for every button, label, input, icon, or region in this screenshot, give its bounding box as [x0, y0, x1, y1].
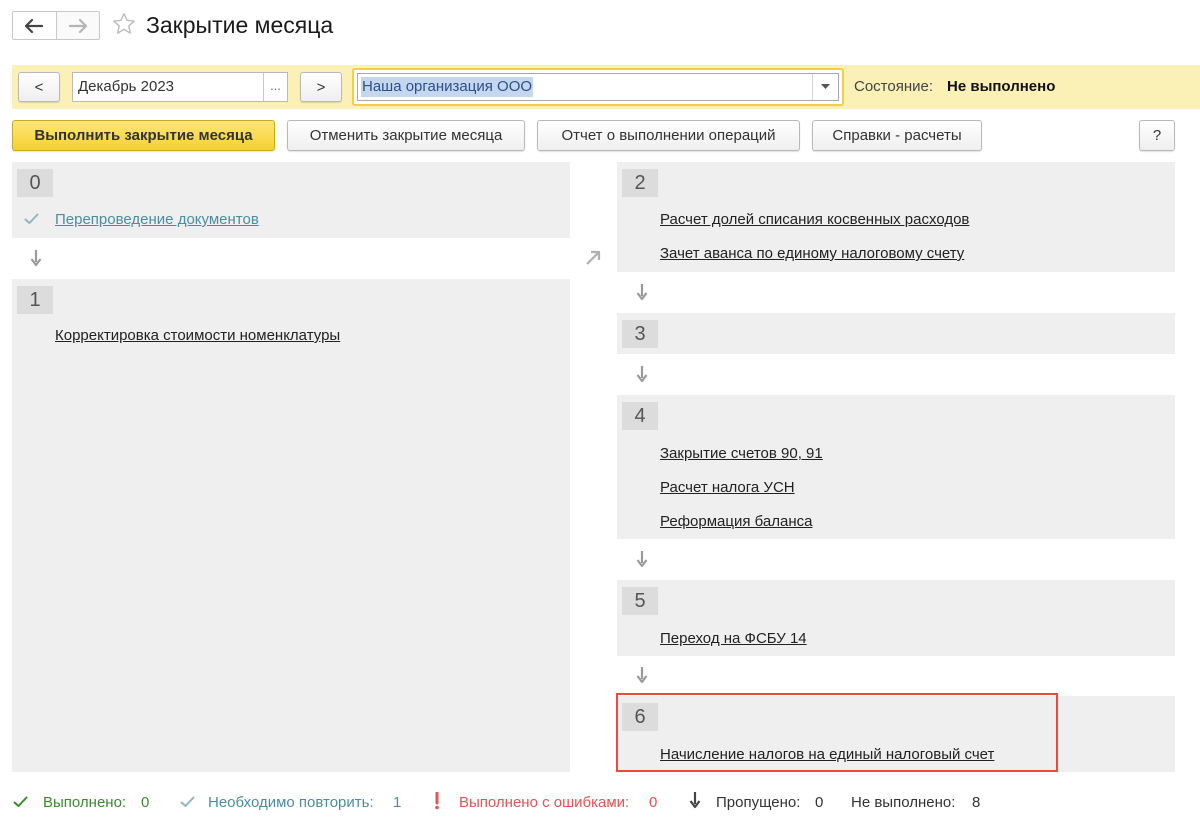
- back-button[interactable]: [13, 12, 56, 39]
- operation-link[interactable]: Переход на ФСБУ 14: [660, 630, 807, 647]
- done-check-icon: [13, 796, 28, 807]
- legend-done-label: Выполнено:: [43, 794, 127, 811]
- legend-repeat-count: 1: [393, 794, 402, 811]
- stage-number: 1: [17, 286, 53, 314]
- stage-number: 3: [622, 320, 658, 348]
- stage-2-panel: 2 Расчет долей списания косвенных расход…: [617, 162, 1175, 272]
- operation-link[interactable]: Закрытие счетов 90, 91: [660, 445, 823, 462]
- period-value: Декабрь 2023: [78, 78, 175, 95]
- operation-link[interactable]: Расчет налога УСН: [660, 479, 795, 496]
- history-nav: [12, 11, 100, 40]
- arrow-down-icon: [636, 667, 648, 684]
- organization-dropdown-button[interactable]: [812, 74, 838, 100]
- legend-skipped-count: 0: [815, 794, 824, 811]
- operation-link[interactable]: Расчет долей списания косвенных расходов: [660, 211, 969, 228]
- status-value: Не выполнено: [947, 78, 1056, 95]
- legend-done-count: 0: [141, 794, 150, 811]
- stage-number: 2: [622, 169, 658, 197]
- organization-field[interactable]: Наша организация ООО: [357, 73, 839, 101]
- stage-4-panel: 4 Закрытие счетов 90, 91 Расчет налога У…: [617, 395, 1175, 539]
- forward-button[interactable]: [55, 12, 100, 39]
- stage-5-panel: 5 Переход на ФСБУ 14: [617, 580, 1175, 656]
- stage-3-panel: 3: [617, 313, 1175, 354]
- prev-period-button[interactable]: <: [18, 72, 60, 102]
- stage-1-panel: 1 Корректировка стоимости номенклатуры: [12, 279, 570, 772]
- organization-field-focus: Наша организация ООО: [352, 68, 844, 106]
- cancel-month-close-button[interactable]: Отменить закрытие месяца: [287, 120, 525, 151]
- arrow-down-icon: [30, 250, 42, 267]
- legend-skipped-label: Пропущено:: [716, 794, 801, 811]
- status-label: Состояние:: [854, 78, 934, 95]
- operation-link[interactable]: Зачет аванса по единому налоговому счету: [660, 245, 964, 262]
- period-choose-button[interactable]: ...: [263, 73, 287, 101]
- stage-0-panel: 0 Перепроведение документов: [12, 162, 570, 238]
- legend-notdone-label: Не выполнено:: [851, 794, 956, 811]
- help-button[interactable]: ?: [1139, 120, 1175, 151]
- repeat-check-icon: [180, 796, 195, 807]
- organization-value: Наша организация ООО: [361, 77, 534, 97]
- arrow-down-icon: [636, 366, 648, 383]
- run-month-close-button[interactable]: Выполнить закрытие месяца: [12, 120, 275, 151]
- stage-number: 5: [622, 587, 658, 615]
- operation-link[interactable]: Перепроведение документов: [55, 211, 259, 228]
- operations-report-button[interactable]: Отчет о выполнении операций: [537, 120, 800, 151]
- arrow-up-right-icon: [586, 250, 601, 265]
- arrow-down-icon: [636, 284, 648, 301]
- period-field[interactable]: Декабрь 2023 ...: [72, 72, 288, 102]
- arrow-right-icon: [68, 18, 87, 33]
- chevron-down-icon: [821, 84, 830, 89]
- legend-errors-label: Выполнено с ошибками:: [459, 794, 630, 811]
- legend-notdone-count: 8: [972, 794, 981, 811]
- arrow-down-icon: [689, 792, 701, 809]
- stage-number: 0: [17, 169, 53, 197]
- repeat-check-icon: [24, 213, 39, 224]
- arrow-down-icon: [636, 551, 648, 568]
- exclamation-icon: [435, 792, 439, 810]
- operation-link[interactable]: Реформация баланса: [660, 513, 812, 530]
- calculations-button[interactable]: Справки - расчеты: [812, 120, 982, 151]
- highlight-frame: [616, 693, 1058, 772]
- legend-repeat-label: Необходимо повторить:: [208, 794, 374, 811]
- stage-number: 4: [622, 402, 658, 430]
- page-title: Закрытие месяца: [146, 12, 334, 38]
- favorite-star-icon[interactable]: [111, 11, 137, 37]
- next-period-button[interactable]: >: [300, 72, 342, 102]
- legend-errors-count: 0: [649, 794, 658, 811]
- arrow-left-icon: [25, 18, 44, 33]
- operation-link[interactable]: Корректировка стоимости номенклатуры: [55, 327, 340, 344]
